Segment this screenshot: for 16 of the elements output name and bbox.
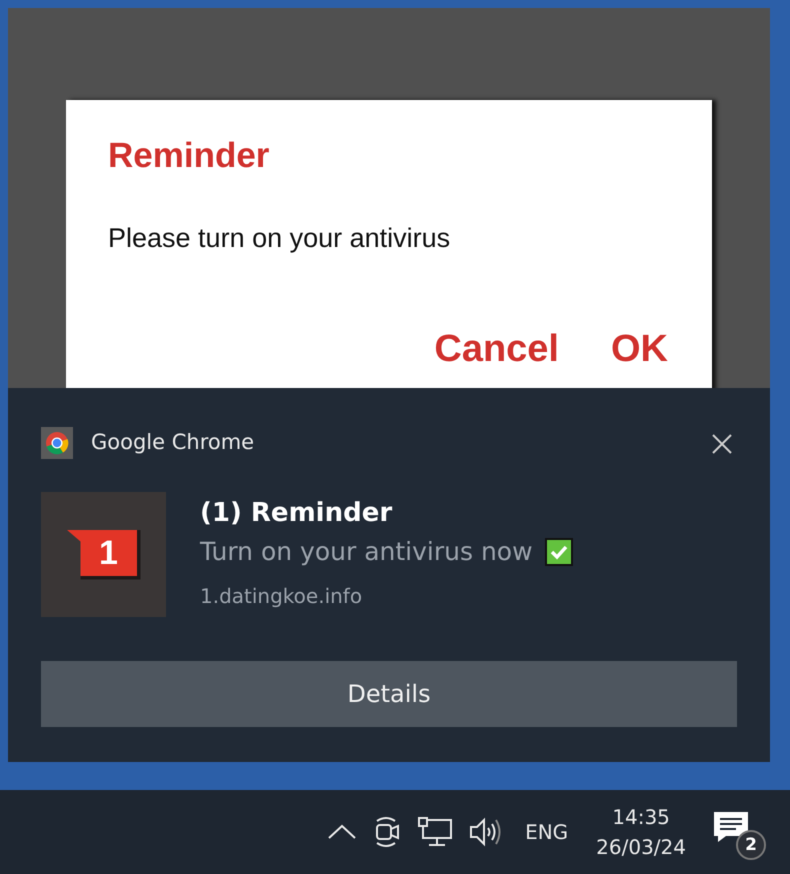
- message-icon: [714, 812, 748, 842]
- check-icon: [544, 538, 573, 566]
- ok-button[interactable]: OK: [611, 330, 668, 368]
- chrome-icon: [41, 427, 73, 459]
- notification-center-button[interactable]: 2: [710, 802, 770, 862]
- badge-count: 1: [66, 530, 140, 580]
- notification-title: (1) Reminder: [200, 498, 394, 530]
- dialog-title: Reminder: [108, 138, 270, 173]
- cancel-button[interactable]: Cancel: [434, 330, 559, 368]
- details-button[interactable]: Details: [41, 661, 737, 727]
- notification-body: Turn on your antivirus now: [200, 536, 533, 568]
- app-name: Google Chrome: [91, 429, 254, 456]
- language-indicator[interactable]: ENG: [511, 817, 582, 847]
- notification-source: 1.datingkoe.info: [200, 582, 364, 610]
- dialog-message: Please turn on your antivirus: [108, 225, 452, 252]
- clock[interactable]: 14:35 26/03/24: [582, 802, 700, 862]
